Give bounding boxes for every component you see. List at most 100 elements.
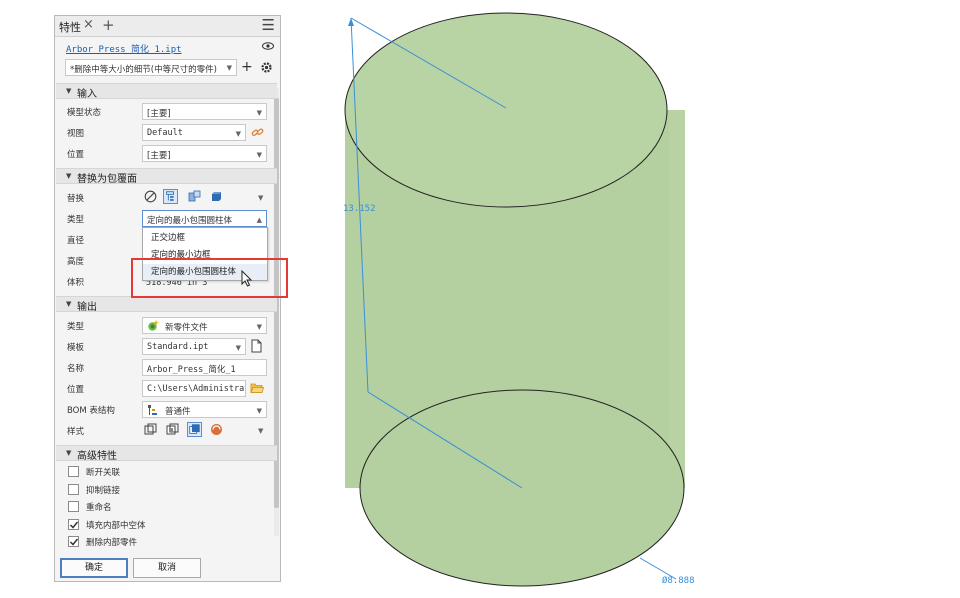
view-select[interactable]: Default ▼ bbox=[142, 124, 246, 141]
tab-properties[interactable]: 特性 bbox=[59, 19, 81, 35]
dropdown-option[interactable]: 正交边框 bbox=[143, 230, 267, 246]
location-label: 位置 bbox=[67, 385, 85, 395]
bom-structure-value: 普通件 bbox=[165, 407, 191, 417]
style-single-body-icon[interactable] bbox=[143, 422, 158, 437]
annotation-highlight bbox=[131, 258, 288, 298]
position-select[interactable]: [主要] ▼ bbox=[142, 145, 267, 162]
chevron-down-icon[interactable]: ▼ bbox=[258, 194, 276, 202]
part-icon[interactable] bbox=[187, 189, 202, 204]
model-state-label: 模型状态 bbox=[67, 108, 102, 118]
name-value: Arbor_Press_简化_1 bbox=[147, 365, 236, 375]
checkbox-label: 断开关联 bbox=[86, 468, 121, 478]
collapse-arrow-icon: ▼ bbox=[66, 449, 72, 457]
preset-select[interactable]: *删除中等大小的细节(中等尺寸的零件) ▼ bbox=[65, 59, 237, 76]
filename-link[interactable]: Arbor_Press_简化_1.ipt bbox=[66, 42, 182, 55]
checkbox-label: 删除内部零件 bbox=[86, 538, 138, 548]
chevron-down-icon: ▼ bbox=[256, 323, 262, 331]
chevron-down-icon: ▼ bbox=[235, 130, 241, 138]
section-envelope[interactable]: ▼ 替换为包覆面 bbox=[56, 168, 277, 185]
section-output[interactable]: ▼ 输出 bbox=[56, 296, 277, 313]
chevron-down-icon: ▼ bbox=[256, 151, 262, 159]
section-input[interactable]: ▼ 输入 bbox=[56, 83, 277, 100]
file-icon[interactable] bbox=[251, 339, 262, 353]
template-label: 模板 bbox=[67, 343, 85, 353]
add-preset-icon[interactable]: + bbox=[241, 59, 253, 75]
rename-checkbox[interactable] bbox=[68, 501, 79, 512]
template-select[interactable]: Standard.ipt ▼ bbox=[142, 338, 246, 355]
check-icon bbox=[69, 538, 79, 546]
checkbox-label: 抑制链接 bbox=[86, 486, 121, 496]
model-state-select[interactable]: [主要] ▼ bbox=[142, 103, 267, 120]
style-multi-body-icon[interactable] bbox=[165, 422, 180, 437]
bom-structure-label: BOM 表结构 bbox=[67, 406, 115, 416]
collapse-arrow-icon: ▼ bbox=[66, 87, 72, 95]
link-icon[interactable] bbox=[251, 126, 264, 139]
bounding-box-icon[interactable] bbox=[209, 189, 224, 204]
new-part-icon bbox=[148, 320, 159, 331]
checkbox-label: 重命名 bbox=[86, 503, 112, 513]
bom-normal-icon bbox=[148, 405, 157, 415]
model-viewport[interactable]: 13.152 Ø8.888 bbox=[285, 0, 960, 598]
cylinder-envelope bbox=[344, 12, 685, 587]
output-type-label: 类型 bbox=[67, 322, 85, 332]
section-title: 高级特性 bbox=[77, 451, 117, 462]
volume-label: 体积 bbox=[67, 278, 85, 288]
none-icon[interactable] bbox=[143, 189, 158, 204]
view-value: Default bbox=[147, 128, 183, 138]
bom-structure-select[interactable]: 普通件 ▼ bbox=[142, 401, 267, 418]
preset-value: *删除中等大小的细节(中等尺寸的零件) bbox=[70, 65, 217, 75]
style-label: 样式 bbox=[67, 427, 85, 437]
mouse-cursor-icon bbox=[241, 270, 253, 287]
collapse-arrow-icon: ▼ bbox=[66, 172, 72, 180]
chevron-down-icon: ▼ bbox=[235, 344, 241, 352]
remove-internal-parts-checkbox[interactable] bbox=[68, 536, 79, 547]
location-input[interactable]: C:\Users\Administrator\ bbox=[142, 380, 246, 397]
location-value: C:\Users\Administrator\ bbox=[147, 384, 245, 394]
view-label: 视图 bbox=[67, 129, 85, 139]
type-label: 类型 bbox=[67, 215, 85, 225]
eye-icon[interactable] bbox=[262, 41, 274, 51]
suppress-link-checkbox[interactable] bbox=[68, 484, 79, 495]
panel-tabbar: 特性 × + ☰ bbox=[55, 16, 280, 37]
properties-panel: 特性 × + ☰ Arbor_Press_简化_1.ipt *删除中等大小的细节… bbox=[54, 15, 281, 582]
section-title: 替换为包覆面 bbox=[77, 174, 137, 185]
replace-label: 替换 bbox=[67, 194, 85, 204]
cancel-button[interactable]: 取消 bbox=[133, 558, 201, 578]
envelope-type-select[interactable]: 定向的最小包围圆柱体 ▲ bbox=[142, 210, 267, 227]
check-icon bbox=[69, 521, 79, 529]
position-value: [主要] bbox=[147, 151, 171, 161]
height-label: 高度 bbox=[67, 257, 85, 267]
chevron-down-icon: ▼ bbox=[226, 64, 232, 72]
envelope-type-value: 定向的最小包围圆柱体 bbox=[147, 216, 233, 226]
output-type-value: 新零件文件 bbox=[165, 323, 208, 333]
position-label: 位置 bbox=[67, 150, 85, 160]
diameter-label: 直径 bbox=[67, 236, 85, 246]
name-label: 名称 bbox=[67, 364, 85, 374]
ok-button[interactable]: 确定 bbox=[60, 558, 128, 578]
folder-icon[interactable] bbox=[250, 382, 264, 394]
chevron-down-icon: ▼ bbox=[256, 407, 262, 415]
assembly-tree-icon[interactable] bbox=[163, 189, 178, 204]
output-type-select[interactable]: 新零件文件 ▼ bbox=[142, 317, 267, 334]
chevron-up-icon: ▲ bbox=[256, 216, 262, 224]
collapse-arrow-icon: ▼ bbox=[66, 300, 72, 308]
chevron-down-icon[interactable]: ▼ bbox=[258, 427, 276, 435]
height-dimension-label[interactable]: 13.152 bbox=[343, 204, 376, 214]
chevron-down-icon: ▼ bbox=[256, 109, 262, 117]
model-state-value: [主要] bbox=[147, 109, 171, 119]
add-tab-icon[interactable]: + bbox=[102, 16, 115, 34]
template-value: Standard.ipt bbox=[147, 342, 209, 352]
menu-icon[interactable]: ☰ bbox=[262, 16, 275, 34]
fill-voids-checkbox[interactable] bbox=[68, 519, 79, 530]
style-merged-icon[interactable] bbox=[187, 422, 202, 437]
section-advanced[interactable]: ▼ 高级特性 bbox=[56, 445, 277, 462]
name-input[interactable]: Arbor_Press_简化_1 bbox=[142, 359, 267, 376]
panel-scrollbar[interactable] bbox=[274, 88, 279, 536]
diameter-dimension-label[interactable]: Ø8.888 bbox=[662, 575, 695, 586]
break-link-checkbox[interactable] bbox=[68, 466, 79, 477]
section-title: 输入 bbox=[77, 89, 97, 100]
style-surface-icon[interactable] bbox=[209, 422, 224, 437]
close-icon[interactable]: × bbox=[83, 17, 94, 32]
section-title: 输出 bbox=[77, 302, 97, 313]
gear-icon[interactable] bbox=[260, 61, 273, 74]
